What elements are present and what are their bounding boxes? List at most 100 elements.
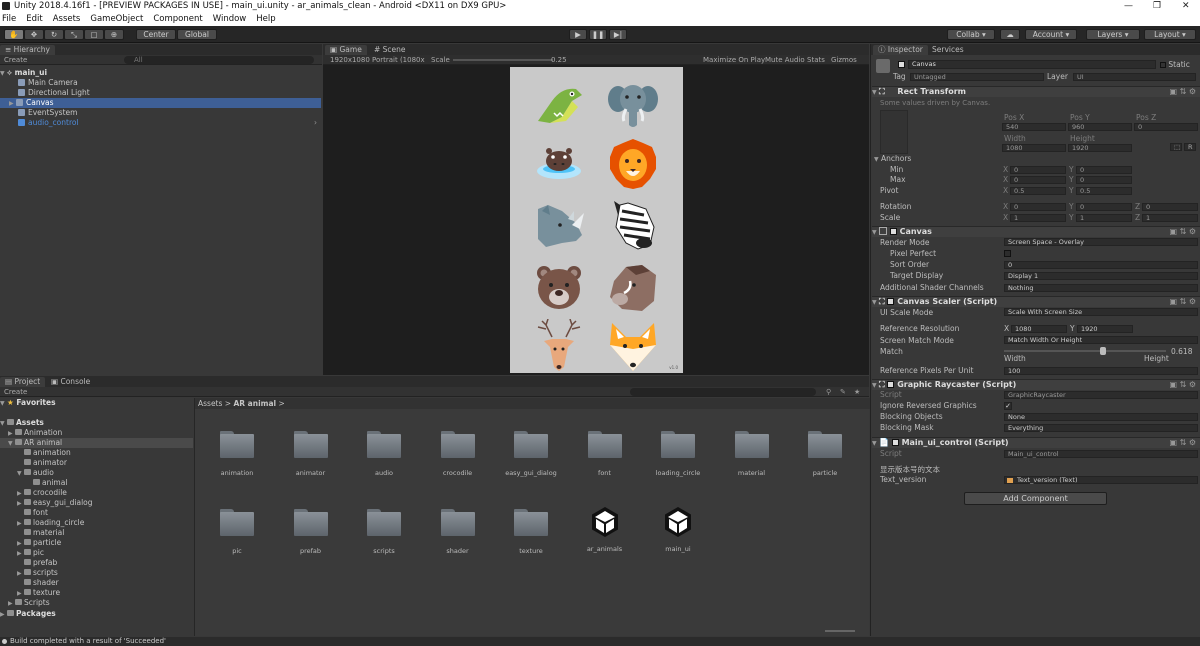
menu-gameobject[interactable]: GameObject — [85, 12, 148, 26]
asset-item[interactable]: easy_gui_dialog — [496, 431, 566, 477]
rotation-z-field[interactable]: 0 — [1142, 203, 1198, 211]
target-display-dropdown[interactable]: Display 1 — [1004, 272, 1198, 280]
project-search-input[interactable] — [630, 388, 816, 396]
step-button[interactable]: ▶| — [609, 29, 627, 40]
project-tree-item[interactable]: prefab — [0, 558, 193, 568]
project-tree-item[interactable]: ▶ crocodile — [0, 488, 193, 498]
asset-item[interactable]: particle — [790, 431, 860, 477]
asset-item[interactable]: prefab — [276, 509, 346, 555]
menu-assets[interactable]: Assets — [48, 12, 86, 26]
project-tree-item[interactable]: font — [0, 508, 193, 518]
icon-size-slider[interactable] — [825, 630, 855, 632]
layers-dropdown[interactable]: Layers ▾ — [1086, 29, 1140, 40]
screen-match-mode-dropdown[interactable]: Match Width Or Height — [1004, 336, 1198, 344]
anchor-preset-icon[interactable] — [880, 110, 908, 154]
project-tree-item[interactable]: shader — [0, 578, 193, 588]
anchor-max-y-field[interactable]: 0 — [1076, 176, 1132, 184]
pivot-global-toggle[interactable]: Global — [177, 29, 217, 40]
move-tool-icon[interactable]: ✥ — [24, 29, 44, 40]
anchor-min-x-field[interactable]: 0 — [1010, 166, 1066, 174]
assets-root-row[interactable]: ▼ Assets — [0, 418, 193, 428]
bear-icon[interactable] — [532, 261, 586, 315]
rotation-y-field[interactable]: 0 — [1076, 203, 1132, 211]
menu-help[interactable]: Help — [251, 12, 280, 26]
project-tree-item[interactable]: ▶ loading_circle — [0, 518, 193, 528]
asset-item[interactable]: material — [717, 431, 787, 477]
ui-scale-mode-dropdown[interactable]: Scale With Screen Size — [1004, 308, 1198, 316]
project-tree-item[interactable]: ▼ audio — [0, 468, 193, 478]
tab-game[interactable]: ▣ Game — [325, 45, 367, 55]
deer-icon[interactable] — [532, 319, 586, 373]
asset-item[interactable]: main_ui — [643, 507, 713, 553]
render-mode-dropdown[interactable]: Screen Space - Overlay — [1004, 238, 1198, 246]
match-slider[interactable] — [1004, 347, 1166, 355]
hierarchy-item-audio-control[interactable]: audio_control › — [0, 118, 321, 128]
blocking-mask-dropdown[interactable]: Everything — [1004, 424, 1198, 432]
layer-dropdown[interactable]: UI — [1073, 73, 1196, 81]
close-icon[interactable]: ✕ — [1182, 0, 1190, 12]
scale-y-field[interactable]: 1 — [1076, 214, 1132, 222]
match-value[interactable]: 0.618 — [1171, 347, 1192, 356]
canvas-scaler-enabled-checkbox[interactable] — [887, 298, 895, 305]
asset-item[interactable]: ar_animals — [570, 507, 640, 553]
scale-z-field[interactable]: 1 — [1142, 214, 1198, 222]
asset-item[interactable]: animator — [276, 431, 346, 477]
shader-channels-dropdown[interactable]: Nothing — [1004, 284, 1198, 292]
tag-dropdown[interactable]: Untagged — [910, 73, 1044, 81]
mute-audio-toggle[interactable]: Mute Audio — [765, 55, 805, 65]
asset-item[interactable]: scripts — [349, 509, 419, 555]
pivot-center-toggle[interactable]: Center — [136, 29, 176, 40]
project-tree-item[interactable]: material — [0, 528, 193, 538]
rect-tool-icon[interactable]: ▢ — [84, 29, 104, 40]
component-settings-icon[interactable]: ▣ ⇅ ⚙ — [1169, 438, 1196, 448]
blueprint-mode-icon[interactable]: ⬚ — [1170, 143, 1182, 151]
project-tree-item[interactable]: ▶ pic — [0, 548, 193, 558]
play-button[interactable]: ▶ — [569, 29, 587, 40]
menu-file[interactable]: File — [0, 12, 21, 26]
tab-services[interactable]: Services — [927, 45, 969, 55]
graphic-raycaster-header[interactable]: ▼ ⛶ Graphic Raycaster (Script) ▣ ⇅ ⚙ — [872, 379, 1200, 390]
minimize-icon[interactable]: — — [1124, 0, 1133, 12]
text-version-field[interactable]: Text_version (Text) — [1004, 476, 1198, 484]
blocking-objects-dropdown[interactable]: None — [1004, 413, 1198, 421]
component-settings-icon[interactable]: ▣ ⇅ ⚙ — [1169, 87, 1196, 97]
canvas-component-header[interactable]: ▼ Canvas ▣ ⇅ ⚙ — [872, 226, 1200, 237]
asset-item[interactable]: shader — [423, 509, 493, 555]
elephant-icon[interactable] — [606, 77, 660, 131]
static-toggle[interactable]: Static — [1160, 60, 1190, 69]
tab-hierarchy[interactable]: ≡ Hierarchy — [0, 45, 55, 55]
packages-row[interactable]: ▶ Packages — [0, 609, 193, 619]
tab-inspector[interactable]: ⓘ Inspector — [873, 45, 928, 55]
project-create-button[interactable]: Create — [4, 387, 27, 397]
tab-project[interactable]: ▤ Project — [0, 377, 46, 387]
collab-dropdown[interactable]: Collab ▾ — [947, 29, 995, 40]
pixel-perfect-checkbox[interactable] — [1004, 250, 1011, 257]
project-tree-item[interactable]: ▶ easy_gui_dialog — [0, 498, 193, 508]
pos-x-field[interactable]: 540 — [1002, 123, 1066, 131]
project-tree-item[interactable]: animator — [0, 458, 193, 468]
cloud-icon[interactable]: ☁ — [1000, 29, 1020, 40]
menu-window[interactable]: Window — [208, 12, 252, 26]
scale-slider[interactable] — [453, 59, 553, 61]
object-name-field[interactable]: Canvas — [908, 60, 1156, 69]
hippo-icon[interactable] — [532, 137, 586, 191]
asset-item[interactable]: audio — [349, 431, 419, 477]
project-tree-item[interactable]: ▶ particle — [0, 538, 193, 548]
menu-component[interactable]: Component — [148, 12, 207, 26]
match-slider-thumb[interactable] — [1100, 347, 1107, 355]
pivot-y-field[interactable]: 0.5 — [1076, 187, 1132, 195]
tab-console[interactable]: ▣ Console — [46, 377, 95, 387]
rect-transform-header[interactable]: ▼ ⛶ Rect Transform ▣ ⇅ ⚙ — [872, 86, 1200, 97]
add-component-button[interactable]: Add Component — [964, 492, 1107, 505]
component-settings-icon[interactable]: ▣ ⇅ ⚙ — [1169, 380, 1196, 390]
sort-order-field[interactable]: 0 — [1004, 261, 1198, 269]
rotation-x-field[interactable]: 0 — [1010, 203, 1066, 211]
rhino-icon[interactable] — [532, 199, 586, 253]
chevron-right-icon[interactable]: › — [314, 118, 317, 128]
menu-edit[interactable]: Edit — [21, 12, 47, 26]
pos-y-field[interactable]: 960 — [1068, 123, 1132, 131]
hierarchy-item-main-camera[interactable]: Main Camera — [0, 78, 321, 88]
canvas-scaler-header[interactable]: ▼ ⛶ Canvas Scaler (Script) ▣ ⇅ ⚙ — [872, 296, 1200, 307]
rotate-tool-icon[interactable]: ↻ — [44, 29, 64, 40]
scene-root-row[interactable]: ▼ ⟡ main_ui — [0, 68, 321, 78]
